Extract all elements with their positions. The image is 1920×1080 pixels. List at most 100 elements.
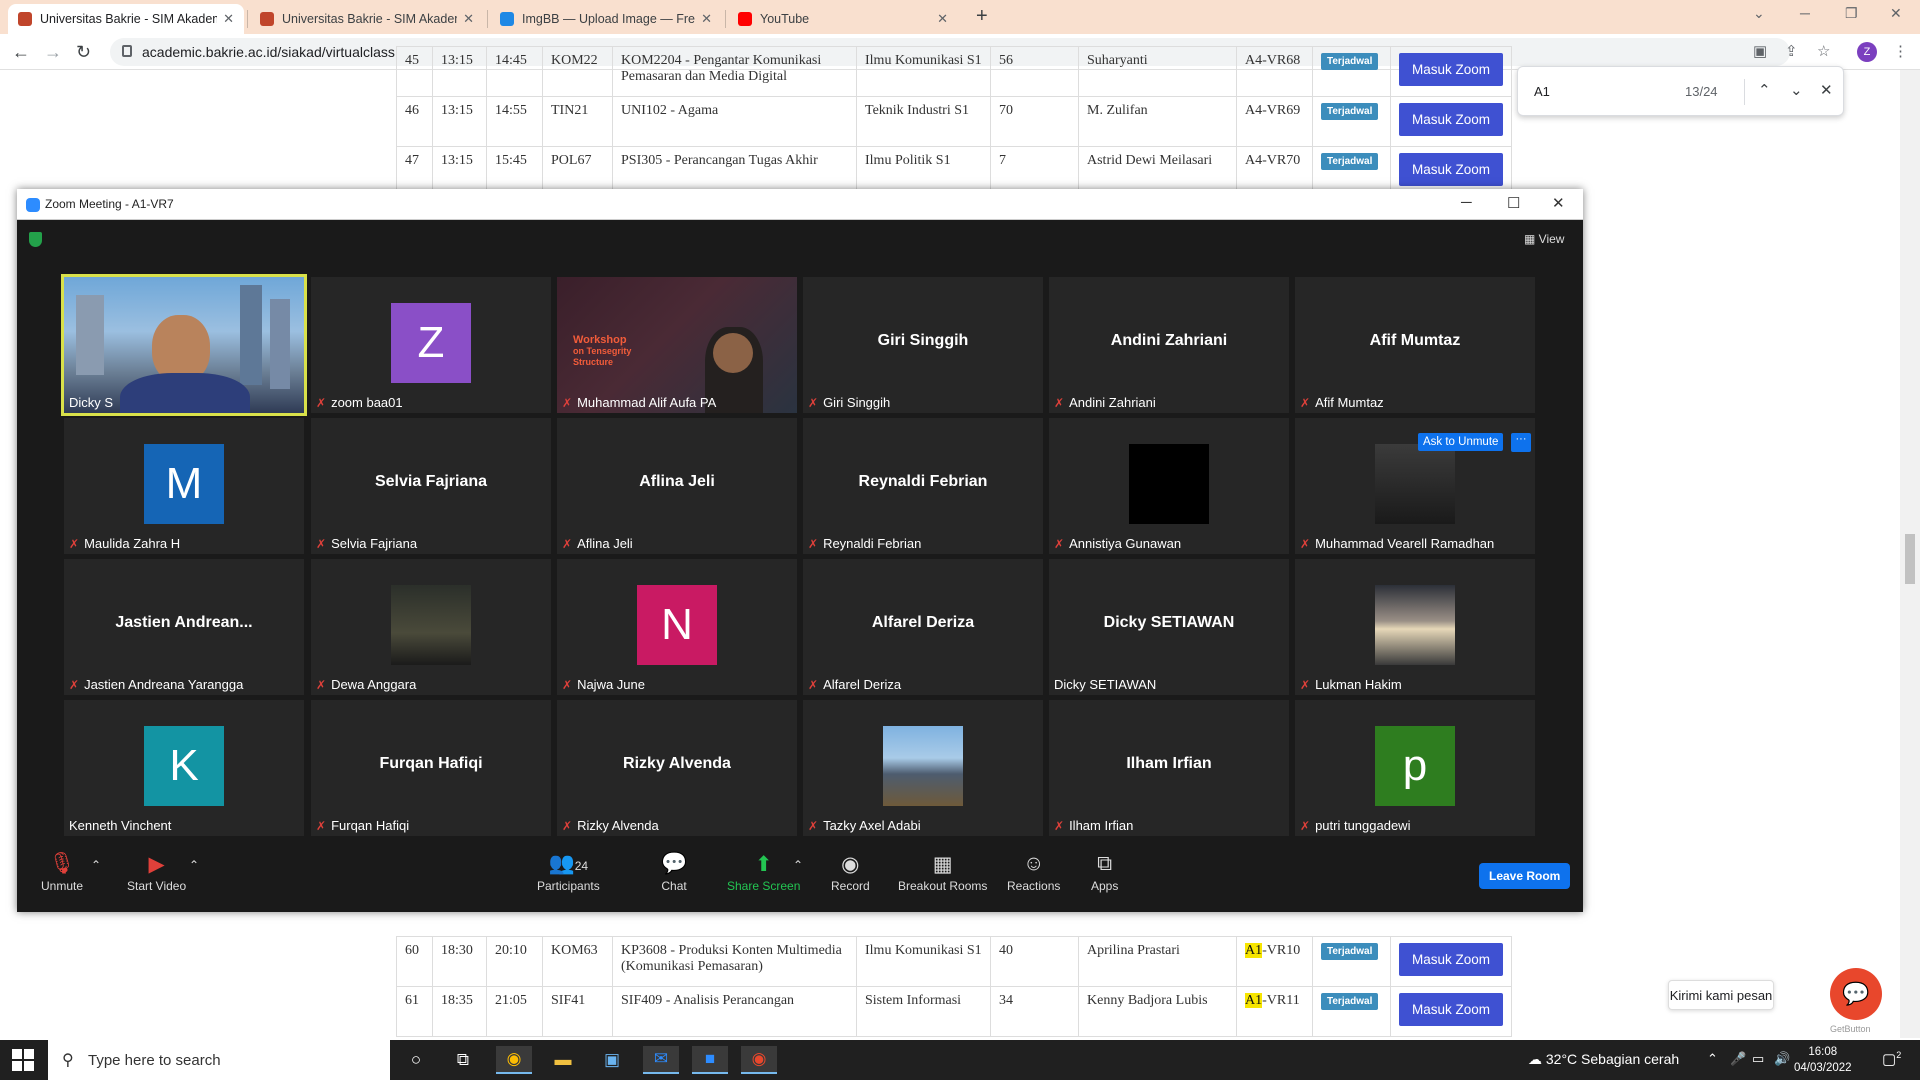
breakout-rooms-button[interactable]: ▦ Breakout Rooms bbox=[898, 852, 987, 893]
task-view-icon[interactable]: ⧉ bbox=[445, 1046, 481, 1074]
zoom-taskbar-icon[interactable]: ■ bbox=[692, 1046, 728, 1074]
participant-tile[interactable]: Afif Mumtaz ✗ Afif Mumtaz bbox=[1295, 277, 1535, 413]
view-button[interactable]: ▦ View bbox=[1524, 232, 1564, 246]
share-screen-button[interactable]: ⬆ Share Screen bbox=[727, 852, 800, 893]
participant-name: Furqan Hafiqi bbox=[331, 818, 410, 833]
participant-tile[interactable]: Selvia Fajriana ✗ Selvia Fajriana bbox=[311, 418, 551, 554]
participant-tile[interactable]: ✗ Tazky Axel Adabi bbox=[803, 700, 1043, 836]
back-icon[interactable]: ← bbox=[12, 42, 30, 63]
participant-tile[interactable]: Alfarel Deriza ✗ Alfarel Deriza bbox=[803, 559, 1043, 695]
microphone-icon[interactable]: 🎤 bbox=[1730, 1051, 1746, 1067]
participant-tile[interactable]: N ✗ Najwa June bbox=[557, 559, 797, 695]
participant-tile[interactable]: Reynaldi Febrian ✗ Reynaldi Febrian bbox=[803, 418, 1043, 554]
zoom-minimize-icon[interactable]: ─ bbox=[1461, 194, 1472, 211]
reload-icon[interactable]: ↻ bbox=[76, 42, 91, 63]
mic-muted-icon: ✗ bbox=[808, 395, 819, 410]
page-info-icon[interactable]: ▣ bbox=[1753, 42, 1767, 60]
leave-room-button[interactable]: Leave Room bbox=[1479, 863, 1571, 889]
join-zoom-button[interactable]: Masuk Zoom bbox=[1399, 53, 1504, 86]
participant-tile[interactable]: Andini Zahriani ✗ Andini Zahriani bbox=[1049, 277, 1289, 413]
chat-button[interactable]: 💬 Chat bbox=[661, 852, 687, 893]
tray-overflow-icon[interactable]: ⌃ bbox=[1707, 1051, 1718, 1067]
participant-tile[interactable]: Dicky S bbox=[61, 274, 307, 416]
volume-icon[interactable]: 🔊 bbox=[1774, 1051, 1790, 1067]
chat-bubble-icon[interactable]: 💬 bbox=[1830, 968, 1882, 1020]
mail-icon[interactable]: ✉ bbox=[643, 1046, 679, 1074]
encryption-shield-icon[interactable] bbox=[29, 232, 42, 247]
video-options-caret-icon[interactable]: ⌃ bbox=[189, 858, 199, 872]
find-query[interactable]: A1 bbox=[1534, 84, 1550, 99]
participant-tile[interactable]: Z ✗ zoom baa01 bbox=[311, 277, 551, 413]
menu-icon[interactable]: ⋮ bbox=[1893, 42, 1908, 60]
unmute-button[interactable]: 🎙 Unmute bbox=[41, 852, 83, 893]
participants-button[interactable]: 👥24 Participants bbox=[537, 852, 600, 893]
bookmark-star-icon[interactable]: ☆ bbox=[1817, 42, 1830, 60]
record-button[interactable]: ◉ Record bbox=[831, 852, 870, 893]
audio-options-caret-icon[interactable]: ⌃ bbox=[91, 858, 101, 872]
tab-close-icon[interactable]: ✕ bbox=[701, 11, 712, 27]
profile-avatar[interactable]: Z bbox=[1857, 42, 1877, 62]
network-icon[interactable]: ▭ bbox=[1752, 1051, 1764, 1067]
apps-button[interactable]: ⧉ Apps bbox=[1091, 852, 1118, 893]
join-zoom-button[interactable]: Masuk Zoom bbox=[1399, 103, 1504, 136]
participant-tile[interactable]: M ✗ Maulida Zahra H bbox=[64, 418, 304, 554]
ask-to-unmute-button[interactable]: Ask to Unmute bbox=[1418, 433, 1504, 451]
file-explorer-icon[interactable]: ▬ bbox=[545, 1046, 581, 1074]
tab-search-icon[interactable]: ⌄ bbox=[1753, 5, 1765, 22]
share-icon[interactable]: ⇪ bbox=[1785, 42, 1798, 60]
participant-tile[interactable]: Dicky SETIAWAN Dicky SETIAWAN bbox=[1049, 559, 1289, 695]
zoom-maximize-icon[interactable]: ☐ bbox=[1507, 194, 1520, 212]
find-next-icon[interactable]: ⌄ bbox=[1790, 81, 1803, 99]
join-zoom-button[interactable]: Masuk Zoom bbox=[1399, 943, 1504, 976]
zoom-close-icon[interactable]: ✕ bbox=[1552, 194, 1565, 212]
cortana-icon[interactable]: ○ bbox=[398, 1046, 434, 1074]
page-scrollbar-thumb[interactable] bbox=[1905, 534, 1915, 584]
taskbar-search-box[interactable]: ⚲ Type here to search bbox=[48, 1040, 390, 1080]
find-prev-icon[interactable]: ⌃ bbox=[1758, 81, 1771, 99]
windows-start-icon[interactable] bbox=[12, 1049, 34, 1071]
participant-tile[interactable]: ✗ Lukman Hakim bbox=[1295, 559, 1535, 695]
tab-close-icon[interactable]: ✕ bbox=[937, 11, 948, 27]
clock-date: 04/03/2022 bbox=[1794, 1062, 1852, 1074]
participant-tile[interactable]: ✗ Annistiya Gunawan bbox=[1049, 418, 1289, 554]
browser-tab[interactable]: Universitas Bakrie - SIM Akademik ✕ bbox=[8, 4, 244, 34]
browser-tab[interactable]: ImgBB — Upload Image — Free Image Hostin… bbox=[490, 4, 722, 34]
share-options-caret-icon[interactable]: ⌃ bbox=[793, 858, 803, 872]
table-row: 46 13:15 14:55 TIN21 UNI102 - Agama Teknik In… bbox=[396, 96, 1513, 147]
store-icon[interactable]: ▣ bbox=[594, 1046, 630, 1074]
participant-tile[interactable]: Aflina Jeli ✗ Aflina Jeli bbox=[557, 418, 797, 554]
weather-widget[interactable]: ☁ 32°C Sebagian cerah bbox=[1528, 1051, 1679, 1068]
chrome-icon[interactable]: ◉ bbox=[496, 1046, 532, 1074]
notifications-icon[interactable]: ▢2 bbox=[1882, 1050, 1901, 1068]
participant-tile[interactable]: ✗ Dewa Anggara bbox=[311, 559, 551, 695]
participant-tile[interactable]: Ilham Irfian ✗ Ilham Irfian bbox=[1049, 700, 1289, 836]
participant-tile[interactable]: Jastien Andrean... ✗ Jastien Andreana Yara… bbox=[64, 559, 304, 695]
participant-tile[interactable]: Workshop on Tensegrity Structure ✗ Muhammad … bbox=[557, 277, 797, 413]
find-close-icon[interactable]: ✕ bbox=[1820, 81, 1833, 99]
new-tab-button[interactable]: + bbox=[976, 5, 988, 28]
participant-tile[interactable]: p ✗ putri tunggadewi bbox=[1295, 700, 1535, 836]
join-zoom-button[interactable]: Masuk Zoom bbox=[1399, 993, 1504, 1026]
join-zoom-button[interactable]: Masuk Zoom bbox=[1399, 153, 1504, 186]
close-window-icon[interactable]: ✕ bbox=[1890, 5, 1902, 22]
tab-close-icon[interactable]: ✕ bbox=[223, 11, 234, 27]
clock[interactable]: 16:08 04/03/2022 bbox=[1794, 1044, 1852, 1076]
participant-tile[interactable]: K Kenneth Vinchent bbox=[64, 700, 304, 836]
tab-close-icon[interactable]: ✕ bbox=[463, 11, 474, 27]
tile-more-button[interactable]: ··· bbox=[1511, 433, 1531, 452]
participant-tile[interactable]: Rizky Alvenda ✗ Rizky Alvenda bbox=[557, 700, 797, 836]
table-cell: Ilmu Komunikasi S1 bbox=[856, 936, 991, 987]
table-cell: SIF409 - Analisis Perancangan bbox=[612, 986, 857, 1037]
browser-tab[interactable]: Universitas Bakrie - SIM Akademik ✕ bbox=[250, 4, 484, 34]
restore-icon[interactable]: ❐ bbox=[1845, 5, 1858, 22]
forward-icon[interactable]: → bbox=[44, 42, 62, 63]
participant-tile[interactable]: Furqan Hafiqi ✗ Furqan Hafiqi bbox=[311, 700, 551, 836]
minimize-icon[interactable]: ─ bbox=[1800, 5, 1810, 21]
start-video-button[interactable]: ▶ Start Video bbox=[127, 852, 186, 893]
participant-tile[interactable]: Giri Singgih ✗ Giri Singgih bbox=[803, 277, 1043, 413]
chrome-profile-icon[interactable]: ◉ bbox=[741, 1046, 777, 1074]
chat-widget-label[interactable]: Kirimi kami pesan bbox=[1668, 980, 1774, 1010]
lock-icon[interactable] bbox=[122, 45, 132, 57]
reactions-button[interactable]: ☺ Reactions bbox=[1007, 852, 1060, 893]
browser-tab[interactable]: YouTube ✕ bbox=[728, 4, 958, 34]
